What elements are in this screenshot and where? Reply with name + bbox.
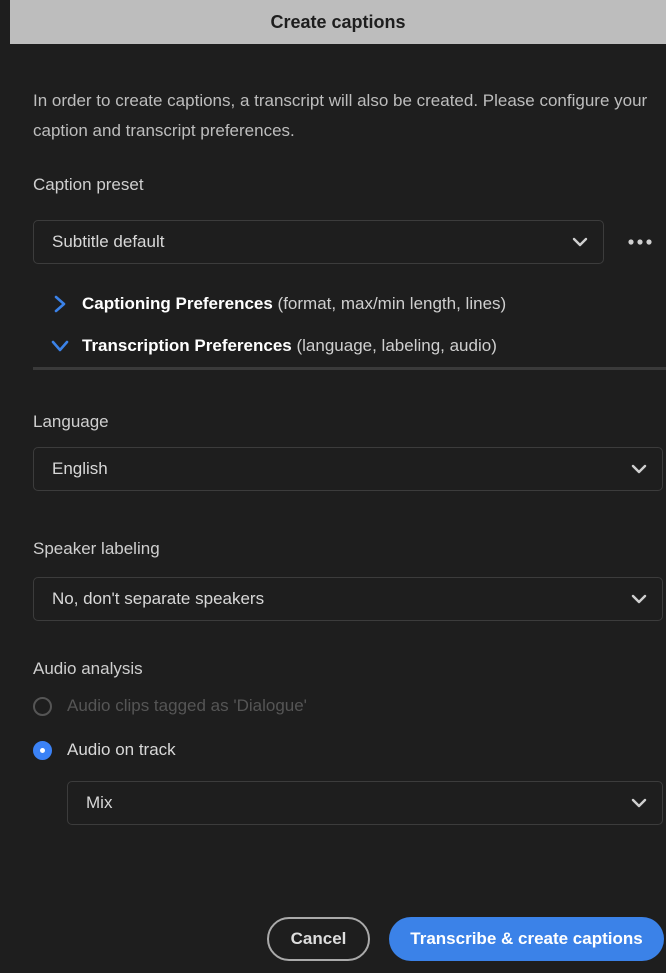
speaker-labeling-select[interactable]: No, don't separate speakers [33, 577, 663, 621]
caption-preset-label: Caption preset [33, 175, 144, 194]
more-options-icon[interactable] [624, 229, 656, 255]
captioning-preferences-hint: (format, max/min length, lines) [272, 294, 507, 313]
language-value: English [52, 459, 108, 478]
audio-track-value: Mix [86, 793, 113, 812]
chevron-down-icon [51, 340, 69, 352]
chevron-down-icon [631, 464, 647, 474]
radio-dialogue-clips-label: Audio clips tagged as 'Dialogue' [67, 696, 307, 715]
chevron-down-icon [631, 594, 647, 604]
radio-selected-icon [33, 740, 52, 760]
radio-audio-on-track[interactable]: Audio on track [33, 740, 176, 760]
dialog-title-bar: Create captions [10, 0, 666, 44]
speaker-labeling-label: Speaker labeling [33, 539, 160, 558]
section-divider [33, 367, 666, 370]
caption-preset-select[interactable]: Subtitle default [33, 220, 604, 264]
intro-text: In order to create captions, a transcrip… [33, 91, 648, 140]
transcription-preferences-hint: (language, labeling, audio) [291, 336, 497, 355]
dialog-title: Create captions [270, 11, 406, 32]
captioning-preferences-toggle[interactable]: Captioning Preferences (format, max/min … [50, 294, 506, 314]
cancel-button[interactable]: Cancel [267, 917, 370, 961]
speaker-labeling-value: No, don't separate speakers [52, 589, 265, 608]
audio-analysis-label: Audio analysis [33, 659, 143, 678]
caption-preset-value: Subtitle default [52, 232, 165, 251]
captioning-preferences-title: Captioning Preferences [82, 294, 273, 313]
transcription-preferences-title: Transcription Preferences [82, 336, 292, 355]
transcription-preferences-toggle[interactable]: Transcription Preferences (language, lab… [50, 336, 497, 356]
language-select[interactable]: English [33, 447, 663, 491]
audio-track-select[interactable]: Mix [67, 781, 663, 825]
transcribe-create-captions-button[interactable]: Transcribe & create captions [389, 917, 664, 961]
chevron-down-icon [572, 237, 588, 247]
language-label: Language [33, 412, 109, 431]
radio-audio-on-track-label: Audio on track [67, 740, 176, 759]
radio-unselected-icon [33, 696, 52, 716]
chevron-down-icon [631, 798, 647, 808]
chevron-right-icon [54, 295, 66, 313]
radio-dialogue-clips[interactable]: Audio clips tagged as 'Dialogue' [33, 696, 307, 716]
